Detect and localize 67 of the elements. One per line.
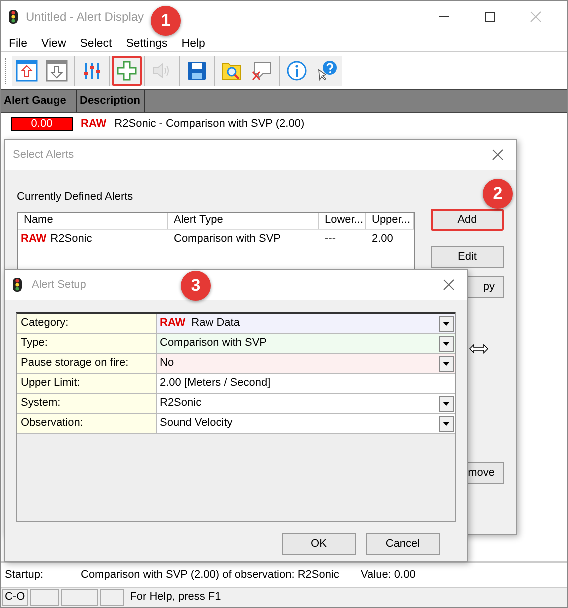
close-icon[interactable] [443,279,455,291]
table-cell-text: 2.00 [371,232,394,248]
column-header[interactable]: Name [18,212,168,228]
property-label: Observation: [17,414,157,433]
property-value: Raw Data [192,316,240,332]
alert-gauge: 0.00 [11,117,73,131]
property-dropdown[interactable]: Sound Velocity [157,414,455,433]
property-value: Comparison with SVP [160,336,267,352]
log-message: Comparison with SVP (2.00) of observation: R2Sonic [81,568,340,583]
dialog-button[interactable]: Cancel [366,533,440,555]
status-panel [100,589,124,606]
save-icon [186,60,208,82]
table-cell-text: --- [324,232,337,248]
menu-item[interactable]: Settings [119,37,175,51]
column-header[interactable]: Alert Type [168,212,319,228]
status-panel: C-O [2,589,28,606]
property-value: Sound Velocity [160,416,233,432]
alert-description: R2Sonic - Comparison with SVP (2.00) [114,116,305,132]
menu-item[interactable]: Help [174,37,212,51]
property-dropdown[interactable]: No [157,354,455,373]
property-label: Category: [17,314,157,333]
property-label: System: [17,394,157,413]
property-value: 2.00 [Meters / Second] [160,376,271,392]
traffic-light-icon [9,10,18,24]
upload-icon [16,60,38,82]
toolbar-button[interactable] [112,56,142,86]
resize-cursor-icon [469,344,489,354]
dialog-button[interactable]: Add [431,209,504,231]
property-dropdown[interactable]: Comparison with SVP [157,334,455,353]
plus-icon [116,60,138,82]
table-cell-text: Comparison with SVP [173,232,282,248]
help-icon [316,60,338,82]
column-header[interactable]: Upper... [366,212,414,228]
message-cross-icon [251,60,273,82]
property-dropdown[interactable]: RAW Raw Data [157,314,455,333]
property-label: Type: [17,334,157,353]
property-value: No [160,356,174,372]
dialog-button[interactable]: OK [282,533,356,555]
status-panel [30,589,60,606]
status-panel [61,589,98,606]
property-label: Pause storage on fire: [17,354,157,373]
column-header[interactable]: Alert Gauge [1,90,77,112]
close-icon[interactable] [492,149,504,161]
table-cell-text: RAW R2Sonic [20,232,94,248]
status-help-text: For Help, press F1 [130,590,222,606]
traffic-light-icon [13,278,22,292]
menu-item[interactable]: File [2,37,35,51]
dialog-button[interactable]: Edit [431,246,504,268]
download-icon [46,60,68,82]
info-icon [286,60,308,82]
section-label: Currently Defined Alerts [17,190,134,205]
category-tag: RAW [160,315,186,332]
dialog-title: Alert Setup [32,278,86,293]
step-badge: 1 [151,6,181,36]
column-header[interactable]: Lower... [319,212,366,228]
property-field[interactable]: 2.00 [Meters / Second] [157,374,455,393]
property-dropdown[interactable]: R2Sonic [157,394,455,413]
column-header[interactable]: Description [77,90,145,112]
category-tag: RAW [81,116,107,132]
log-value: Value: 0.00 [361,568,416,583]
property-label: Upper Limit: [17,374,157,393]
menu-item[interactable]: Select [73,37,120,51]
window-title: Untitled - Alert Display [26,9,144,26]
log-label: Startup: [5,568,45,583]
menu-item[interactable]: View [34,37,74,51]
dialog-title: Select Alerts [13,148,74,163]
property-value: R2Sonic [160,396,202,412]
